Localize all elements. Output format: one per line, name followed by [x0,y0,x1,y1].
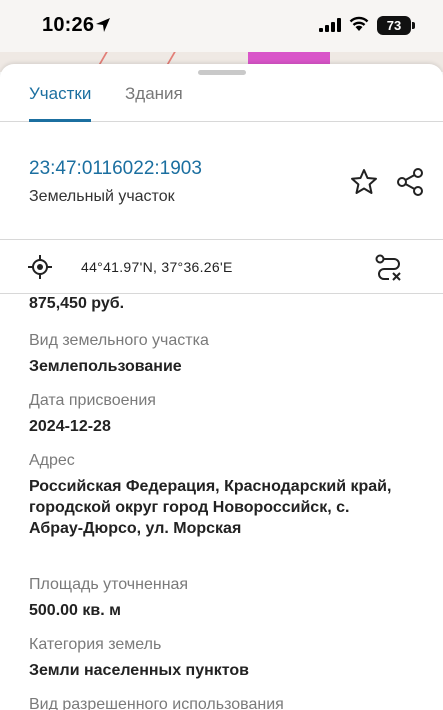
object-type: Земельный участок [29,188,175,205]
location-arrow-icon [96,18,110,32]
coordinates-bar: 44°41.97'N, 37°36.26'E [0,239,443,294]
field-label-permitted-use: Вид разрешенного использования [29,696,284,710]
battery-icon: 73 [377,16,411,35]
status-time: 10:26 [42,14,95,36]
field-value-land-type: Землепользование [29,358,182,375]
share-icon[interactable] [395,167,425,197]
field-label-area: Площадь уточненная [29,576,189,593]
field-label-address: Адрес [29,452,75,469]
field-value-area: 500.00 кв. м [29,602,121,619]
signal-icon [319,18,341,32]
field-value-assign-date: 2024-12-28 [29,418,111,435]
field-label-assign-date: Дата присвоения [29,392,156,409]
locate-icon[interactable] [28,255,52,279]
route-clear-icon[interactable] [374,253,404,283]
sheet-drag-handle[interactable] [198,70,246,75]
tab-parcels[interactable]: Участки [29,84,92,122]
star-icon[interactable] [349,167,379,197]
status-bar: 10:26 73 [0,0,443,52]
tab-buildings[interactable]: Здания [125,84,183,122]
tab-bar: Участки Здания [0,76,443,122]
cadastral-number[interactable]: 23:47:0116022:1903 [29,158,202,180]
field-label-land-type: Вид земельного участка [29,332,209,349]
field-value-land-category: Земли населенных пунктов [29,662,250,679]
field-value-address: Российская Федерация, Краснодарский край… [29,478,392,537]
battery-cap [412,22,415,29]
wifi-icon [349,16,369,31]
cost-value: 875,450 руб. [29,295,125,312]
coordinates-text[interactable]: 44°41.97'N, 37°36.26'E [81,259,233,275]
field-label-land-category: Категория земель [29,636,162,653]
parcel-info-sheet: Участки Здания 23:47:0116022:1903 Земель… [0,64,443,710]
